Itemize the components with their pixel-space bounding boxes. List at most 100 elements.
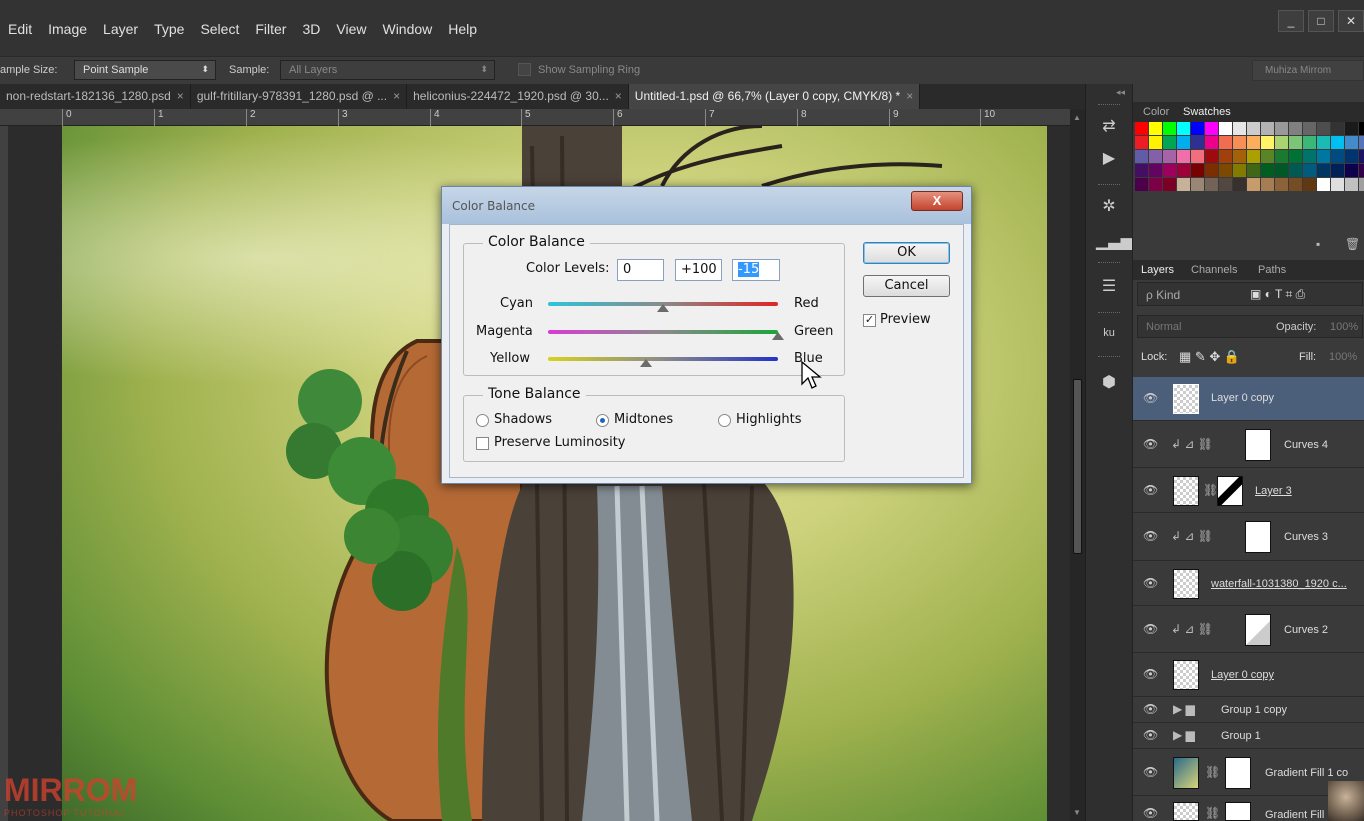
adjustments-icon[interactable]: ✲: [1096, 194, 1122, 220]
color-swatch[interactable]: [1191, 150, 1204, 163]
color-swatch[interactable]: [1261, 164, 1274, 177]
dialog-title-bar[interactable]: Color Balance X: [442, 187, 971, 224]
kuler-icon[interactable]: ku: [1096, 320, 1122, 346]
color-swatch[interactable]: [1233, 122, 1246, 135]
layer-name[interactable]: Layer 0 copy: [1211, 669, 1274, 681]
close-tab-icon[interactable]: ×: [177, 89, 184, 103]
color-swatch[interactable]: [1289, 122, 1302, 135]
color-swatch[interactable]: [1275, 164, 1288, 177]
swatch-grid[interactable]: [1135, 122, 1364, 191]
color-swatch[interactable]: [1233, 136, 1246, 149]
preserve-luminosity-label[interactable]: Preserve Luminosity: [494, 435, 626, 450]
midtones-label[interactable]: Midtones: [614, 412, 673, 427]
layer-row[interactable]: 👁 ↲ ⊿ ⛓ Curves 3: [1133, 513, 1364, 561]
color-swatch[interactable]: [1261, 136, 1274, 149]
color-swatch[interactable]: [1359, 122, 1364, 135]
color-swatch[interactable]: [1205, 178, 1218, 191]
color-swatch[interactable]: [1345, 164, 1358, 177]
tab-redstart[interactable]: non-redstart-182136_1280.psd ×: [0, 84, 191, 109]
color-swatch[interactable]: [1359, 164, 1364, 177]
color-swatch[interactable]: [1177, 136, 1190, 149]
menu-3d[interactable]: 3D: [294, 18, 328, 40]
lock-icons[interactable]: ▦ ✎ ✥ 🔒: [1179, 349, 1240, 365]
workspace-user[interactable]: Muhiza Mirrom: [1252, 60, 1364, 81]
layer-row[interactable]: 👁 ⛓ Layer 3: [1133, 468, 1364, 513]
sample-size-select[interactable]: Point Sample ⬍: [74, 60, 216, 80]
trash-icon[interactable]: 🗑: [1345, 237, 1360, 251]
visibility-eye-icon[interactable]: 👁: [1143, 667, 1158, 681]
color-swatch[interactable]: [1149, 164, 1162, 177]
color-swatch[interactable]: [1149, 136, 1162, 149]
collapse-dock-icon[interactable]: ◂◂: [1116, 87, 1125, 98]
color-swatch[interactable]: [1345, 122, 1358, 135]
color-swatch[interactable]: [1219, 136, 1232, 149]
tab-paths[interactable]: Paths: [1258, 264, 1286, 276]
color-swatch[interactable]: [1317, 150, 1330, 163]
scroll-up-icon[interactable]: ▲: [1073, 113, 1081, 122]
show-ring-checkbox[interactable]: [518, 63, 531, 76]
color-swatch[interactable]: [1135, 178, 1148, 191]
layer-filter-row[interactable]: ρ Kind ▣ ◐ T ⌗ ⎙: [1137, 282, 1363, 306]
histogram-icon[interactable]: ▁▃▅: [1096, 229, 1133, 255]
color-swatch[interactable]: [1149, 150, 1162, 163]
color-swatch[interactable]: [1135, 150, 1148, 163]
color-swatch[interactable]: [1149, 178, 1162, 191]
color-swatch[interactable]: [1303, 136, 1316, 149]
menu-select[interactable]: Select: [192, 18, 247, 40]
color-swatch[interactable]: [1219, 122, 1232, 135]
magenta-green-knob[interactable]: [772, 332, 784, 340]
menu-image[interactable]: Image: [40, 18, 95, 40]
color-swatch[interactable]: [1289, 178, 1302, 191]
filter-icons[interactable]: ▣ ◐ T ⌗ ⎙: [1250, 287, 1305, 302]
highlights-radio[interactable]: [718, 414, 731, 427]
yellow-blue-knob[interactable]: [640, 359, 652, 367]
visibility-eye-icon[interactable]: 👁: [1143, 437, 1158, 451]
color-swatch[interactable]: [1219, 164, 1232, 177]
layer-name[interactable]: Group 1 copy: [1221, 704, 1287, 716]
color-swatch[interactable]: [1205, 122, 1218, 135]
layer-name[interactable]: waterfall-1031380_1920 c...: [1211, 578, 1361, 590]
color-swatch[interactable]: [1205, 150, 1218, 163]
magenta-green-slider[interactable]: [548, 330, 778, 334]
level-yellow-blue-input[interactable]: -15: [732, 259, 780, 281]
menu-filter[interactable]: Filter: [247, 18, 294, 40]
layer-name[interactable]: Curves 2: [1284, 624, 1328, 636]
visibility-eye-icon[interactable]: 👁: [1143, 702, 1158, 716]
vertical-ruler[interactable]: [0, 126, 8, 821]
canvas-vertical-scrollbar[interactable]: ▲ ▼: [1070, 109, 1085, 821]
color-swatch[interactable]: [1135, 136, 1148, 149]
color-swatch[interactable]: [1303, 122, 1316, 135]
color-swatch[interactable]: [1205, 136, 1218, 149]
tab-layers[interactable]: Layers: [1141, 264, 1174, 276]
color-swatch[interactable]: [1219, 178, 1232, 191]
preview-checkbox[interactable]: ✓: [863, 314, 876, 327]
color-swatch[interactable]: [1275, 178, 1288, 191]
tab-untitled-1[interactable]: Untitled-1.psd @ 66,7% (Layer 0 copy, CM…: [628, 84, 921, 109]
color-swatch[interactable]: [1275, 122, 1288, 135]
layer-name[interactable]: Gradient Fill: [1265, 809, 1324, 821]
visibility-eye-icon[interactable]: 👁: [1143, 483, 1158, 497]
layer-name[interactable]: Curves 4: [1284, 439, 1328, 451]
color-swatch[interactable]: [1331, 150, 1344, 163]
color-swatch[interactable]: [1359, 136, 1364, 149]
layer-group-row[interactable]: 👁 ▶ ▆ Group 1: [1133, 723, 1364, 749]
color-swatch[interactable]: [1177, 164, 1190, 177]
close-tab-icon[interactable]: ×: [615, 89, 622, 103]
menu-help[interactable]: Help: [440, 18, 485, 40]
color-swatch[interactable]: [1331, 164, 1344, 177]
color-swatch[interactable]: [1247, 178, 1260, 191]
color-swatch[interactable]: [1289, 136, 1302, 149]
color-swatch[interactable]: [1345, 150, 1358, 163]
color-swatch[interactable]: [1261, 150, 1274, 163]
folder-icon[interactable]: ▶ ▆: [1173, 702, 1195, 716]
color-swatch[interactable]: [1289, 150, 1302, 163]
close-window-button[interactable]: ✕: [1338, 10, 1364, 32]
color-swatch[interactable]: [1177, 122, 1190, 135]
menu-edit[interactable]: Edit: [0, 18, 40, 40]
tab-color[interactable]: Color: [1143, 106, 1169, 118]
color-swatch[interactable]: [1163, 164, 1176, 177]
3d-cube-icon[interactable]: ⬢: [1096, 370, 1122, 396]
color-swatch[interactable]: [1275, 136, 1288, 149]
color-swatch[interactable]: [1233, 164, 1246, 177]
fill-value[interactable]: 100%: [1329, 351, 1357, 363]
